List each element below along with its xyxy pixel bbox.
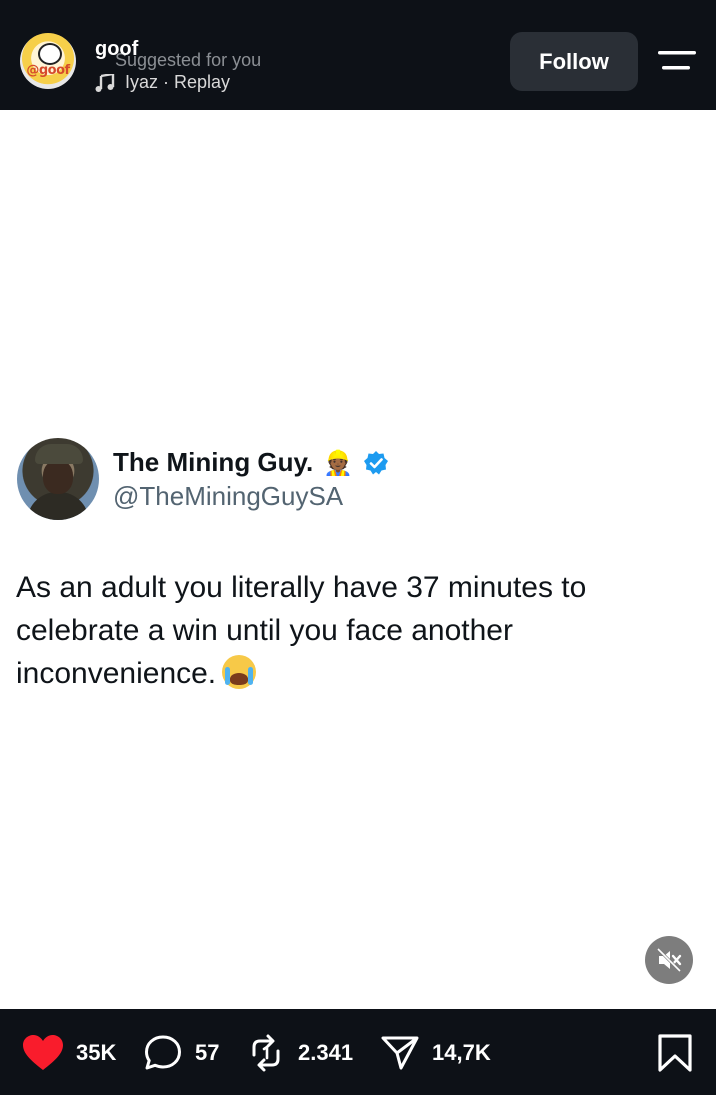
bookmark-icon	[658, 1034, 692, 1072]
menu-icon[interactable]	[656, 48, 698, 81]
music-info[interactable]: Iyaz · Replay	[95, 72, 230, 93]
likes-count: 35K	[76, 1040, 117, 1065]
post-body: As an adult you literally have 37 minute…	[16, 571, 587, 690]
avatar-logo-text: @goof	[26, 63, 70, 78]
top-bar: @goof Suggested for you goof Iyaz · Repl…	[0, 0, 716, 110]
account-name[interactable]: goof	[95, 38, 138, 61]
avatar-face-graphic	[43, 460, 73, 494]
author-display-name: The Mining Guy.	[113, 447, 314, 477]
comment-button[interactable]: 57	[143, 1033, 219, 1073]
heart-icon	[23, 1035, 63, 1070]
follow-button[interactable]: Follow	[510, 32, 638, 91]
author-name-row: The Mining Guy. 👷🏾	[113, 447, 389, 478]
reposts-count: 2.341	[298, 1040, 354, 1065]
music-label: Iyaz · Replay	[125, 72, 231, 92]
verified-badge-icon	[363, 450, 389, 476]
author-avatar[interactable]	[17, 438, 99, 520]
repost-button[interactable]: 2.341	[246, 1033, 353, 1073]
avatar-face-graphic	[38, 43, 62, 65]
post-text: As an adult you literally have 37 minute…	[16, 566, 696, 695]
repost-icon	[252, 1034, 280, 1072]
miner-emoji: 👷🏾	[323, 448, 354, 477]
account-avatar[interactable]: @goof	[20, 33, 76, 89]
author-handle: @TheMiningGuySA	[113, 481, 344, 511]
crying-emoji-icon	[222, 655, 257, 689]
share-icon	[381, 1036, 419, 1070]
share-button[interactable]: 14,7K	[380, 1033, 491, 1073]
comments-count: 57	[195, 1040, 220, 1065]
mute-button[interactable]	[645, 936, 693, 984]
comment-icon	[145, 1035, 181, 1070]
avatar-body-graphic	[27, 492, 89, 520]
bottom-action-bar: 35K 57 2.341 14,7K	[0, 1009, 716, 1095]
like-button[interactable]: 35K	[22, 1033, 116, 1073]
shares-count: 14,7K	[432, 1040, 491, 1065]
bookmark-button[interactable]	[657, 1033, 693, 1073]
mute-icon	[656, 947, 682, 973]
music-note-icon	[95, 73, 115, 92]
avatar-hat-graphic	[35, 444, 83, 464]
